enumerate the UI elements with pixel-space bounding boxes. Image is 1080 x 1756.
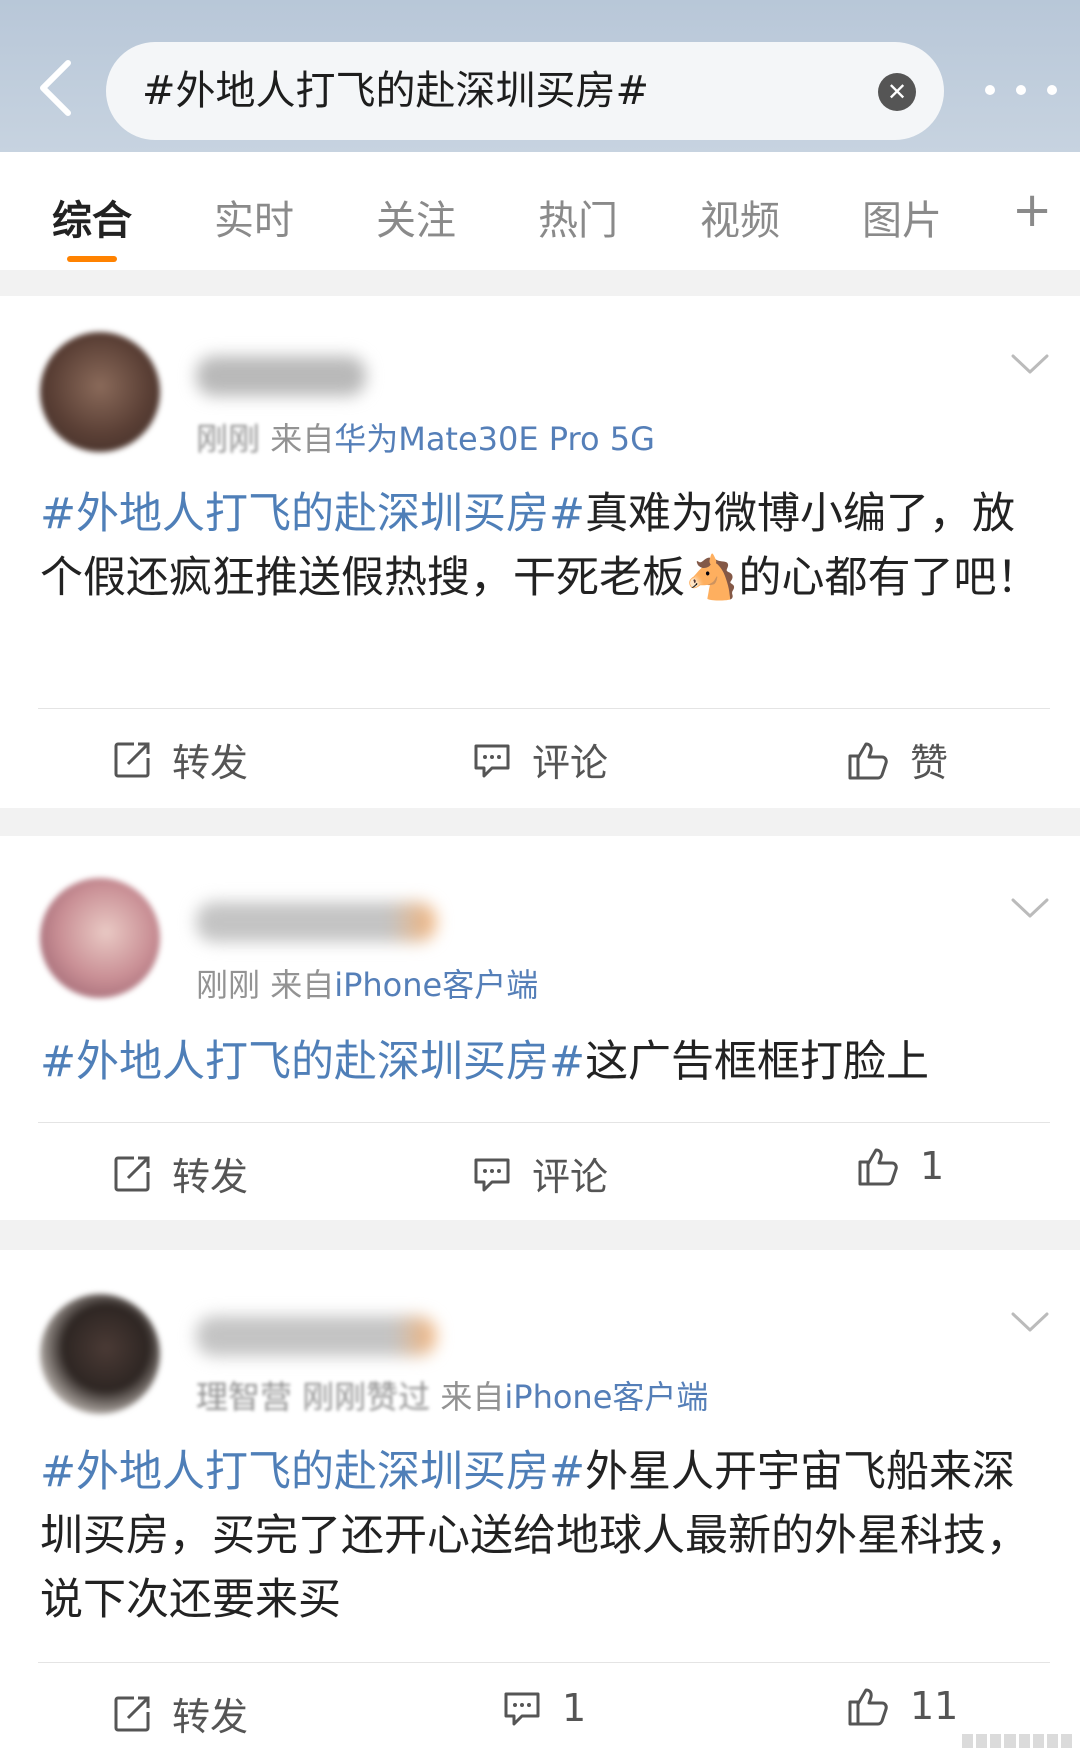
repost-button[interactable]: 转发 [112, 732, 248, 787]
post-time: 刚刚 [196, 420, 261, 458]
tab-comprehensive[interactable]: 综合 [52, 188, 132, 246]
watermark-logo [962, 1734, 1072, 1748]
thumbs-up-icon [858, 1148, 898, 1186]
repost-icon [114, 1156, 150, 1191]
more-dot-icon [985, 85, 995, 95]
post-time: 理智营 刚刚赞过 [196, 1378, 431, 1416]
avatar[interactable] [40, 1294, 160, 1414]
like-button[interactable]: 11 [846, 1684, 958, 1728]
avatar[interactable] [40, 878, 160, 998]
repost-icon [114, 742, 150, 777]
post-meta: 刚刚 来自华为Mate30E Pro 5G [196, 414, 655, 460]
comment-count: 1 [562, 1686, 587, 1730]
comment-icon [504, 1692, 540, 1726]
comment-icon [474, 1158, 510, 1191]
chevron-down-icon[interactable] [1010, 896, 1050, 920]
username-blurred[interactable] [196, 902, 436, 942]
source-label: 来自 [270, 420, 335, 458]
feed-post: 刚刚 来自华为Mate30E Pro 5G #外地人打飞的赴深圳买房#真难为微博… [0, 296, 1080, 808]
comment-label: 评论 [532, 741, 609, 785]
post-meta: 理智营 刚刚赞过 来自iPhone客户端 [196, 1372, 708, 1418]
repost-button[interactable]: 转发 [112, 1686, 248, 1741]
search-input[interactable]: #外地人打飞的赴深圳买房# ✕ [106, 42, 944, 140]
repost-label: 转发 [172, 741, 249, 785]
like-count: 11 [910, 1684, 959, 1728]
comment-button[interactable]: 评论 [472, 732, 608, 787]
source-label: 来自 [270, 966, 335, 1004]
tab-following[interactable]: 关注 [376, 188, 456, 246]
divider [38, 1662, 1050, 1663]
back-arrow-icon [40, 60, 71, 116]
tab-images[interactable]: 图片 [862, 188, 942, 246]
back-button[interactable] [30, 58, 80, 118]
active-tab-indicator [67, 256, 117, 262]
like-count: 1 [920, 1144, 945, 1188]
more-options-button[interactable] [985, 78, 1057, 102]
close-icon: ✕ [886, 78, 908, 106]
horse-emoji-icon: 🐴 [685, 553, 739, 603]
topic-link[interactable]: #外地人打飞的赴深圳买房# [40, 489, 585, 539]
comment-button[interactable]: 1 [502, 1686, 586, 1730]
post-text-after: 的心都有了吧！ [738, 553, 1040, 603]
like-button[interactable]: 赞 [846, 732, 948, 787]
post-meta: 刚刚 来自iPhone客户端 [196, 960, 538, 1006]
thumbs-up-icon [848, 742, 888, 779]
source-label: 来自 [440, 1378, 505, 1416]
like-label: 赞 [910, 741, 949, 785]
tab-realtime[interactable]: 实时 [214, 188, 294, 246]
divider [38, 708, 1050, 709]
comment-button[interactable]: 评论 [472, 1146, 608, 1201]
post-content: #外地人打飞的赴深圳买房#真难为微博小编了，放个假还疯狂推送假热搜，干死老板🐴的… [40, 482, 1050, 610]
add-tab-plus-icon[interactable]: + [1012, 186, 1052, 234]
avatar[interactable] [40, 332, 160, 452]
post-time: 刚刚 [196, 966, 261, 1004]
tab-bar: 综合 实时 关注 热门 视频 图片 + [0, 152, 1080, 270]
search-header: #外地人打飞的赴深圳买房# ✕ [0, 0, 1080, 152]
topic-link[interactable]: #外地人打飞的赴深圳买房# [40, 1447, 585, 1497]
post-content: #外地人打飞的赴深圳买房#外星人开宇宙飞船来深圳买房，买完了还开心送给地球人最新… [40, 1440, 1050, 1632]
divider [38, 1122, 1050, 1123]
clear-search-button[interactable]: ✕ [878, 73, 916, 111]
repost-button[interactable]: 转发 [112, 1146, 248, 1201]
comment-icon [474, 744, 510, 777]
tab-video[interactable]: 视频 [700, 188, 780, 246]
source-device[interactable]: iPhone客户端 [334, 966, 538, 1004]
repost-label: 转发 [172, 1695, 249, 1739]
topic-link[interactable]: #外地人打飞的赴深圳买房# [40, 1037, 585, 1087]
username-blurred[interactable] [196, 356, 366, 396]
post-text: 这广告框框打脸上 [585, 1037, 930, 1087]
repost-label: 转发 [172, 1155, 249, 1199]
feed-post: 理智营 刚刚赞过 来自iPhone客户端 #外地人打飞的赴深圳买房#外星人开宇宙… [0, 1250, 1080, 1756]
feed-post: 刚刚 来自iPhone客户端 #外地人打飞的赴深圳买房#这广告框框打脸上 转发 … [0, 836, 1080, 1220]
thumbs-up-icon [848, 1688, 888, 1726]
chevron-down-icon[interactable] [1010, 352, 1050, 376]
tab-hot[interactable]: 热门 [538, 188, 618, 246]
like-button[interactable]: 1 [856, 1144, 944, 1188]
source-device[interactable]: iPhone客户端 [504, 1378, 708, 1416]
repost-icon [114, 1696, 150, 1731]
search-query: #外地人打飞的赴深圳买房# [142, 68, 650, 114]
chevron-down-icon[interactable] [1010, 1310, 1050, 1334]
source-device[interactable]: 华为Mate30E Pro 5G [334, 420, 655, 458]
comment-label: 评论 [532, 1155, 609, 1199]
more-dot-icon [1016, 85, 1026, 95]
post-content: #外地人打飞的赴深圳买房#这广告框框打脸上 [40, 1030, 1050, 1094]
more-dot-icon [1047, 85, 1057, 95]
username-blurred[interactable] [196, 1316, 436, 1356]
